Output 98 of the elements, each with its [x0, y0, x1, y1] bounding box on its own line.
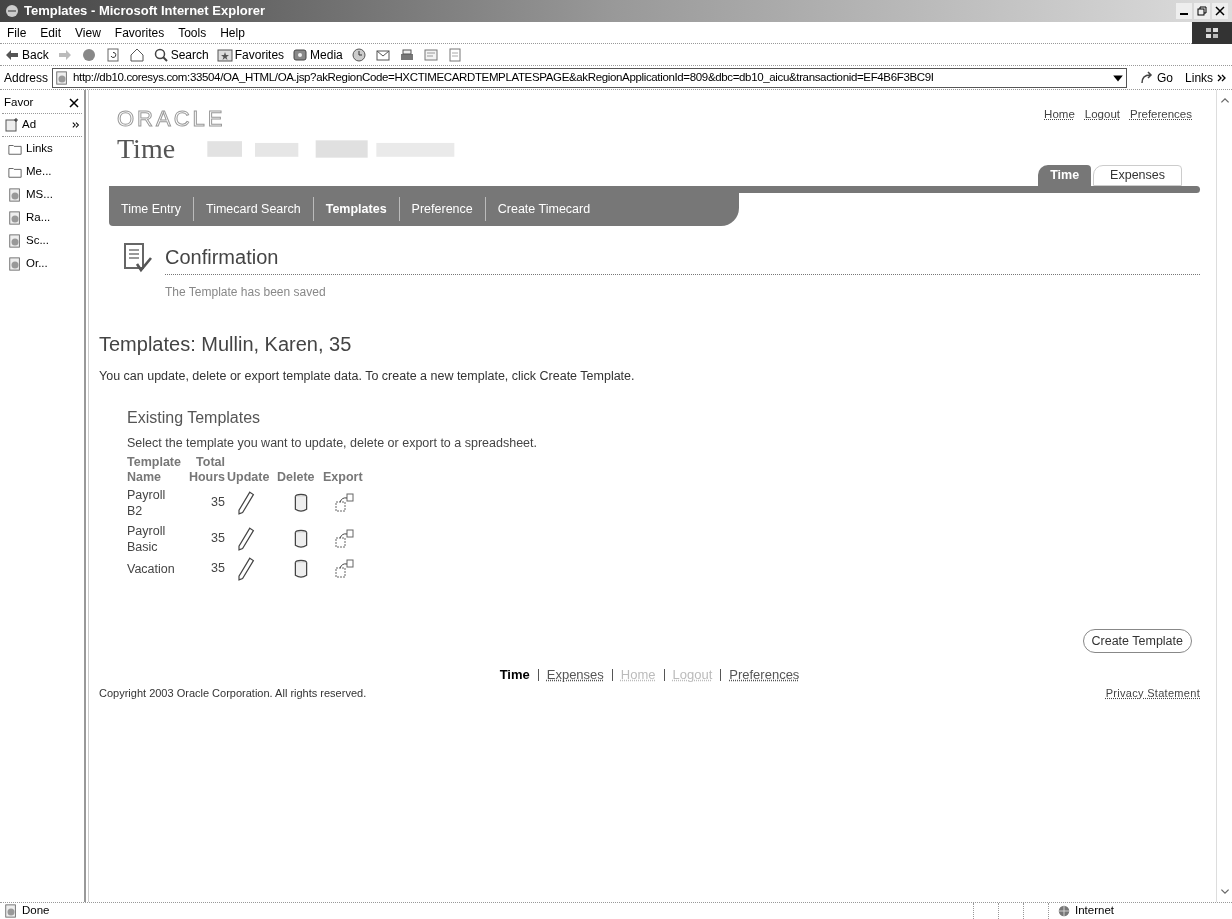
- column-header: Update: [227, 469, 271, 485]
- address-label: Address: [4, 69, 49, 87]
- confirmation-message: The Template has been saved: [165, 284, 327, 301]
- folder-icon: [8, 165, 22, 179]
- template-name: Payroll Basic: [127, 522, 167, 556]
- favorite-item[interactable]: MS...: [2, 184, 82, 206]
- globe-page-icon: [8, 234, 22, 248]
- favorite-item[interactable]: Ra...: [2, 207, 82, 229]
- favorite-item[interactable]: Sc...: [2, 230, 82, 252]
- add-favorite-icon: [4, 116, 20, 133]
- menu-item[interactable]: File: [0, 23, 34, 42]
- menu-item[interactable]: Favorites: [107, 23, 172, 42]
- favorite-item[interactable]: Links: [2, 138, 82, 160]
- column-header: Export: [323, 469, 364, 485]
- footer-link[interactable]: Expenses: [546, 665, 604, 685]
- address-text: http://db10.coresys.com:33504/OA_HTML/OA.jsp?akRegionCode=HXCTIMECARDTEMPLATESPAGE&akRegionApplicationId=809&dbc=db10_aicu&transactionid=EF4B6F3BC9I: [73, 69, 934, 85]
- minimize-button[interactable]: [1176, 3, 1192, 19]
- close-button[interactable]: [1212, 3, 1228, 19]
- document-check-icon: [121, 242, 153, 274]
- menu-item[interactable]: View: [68, 23, 108, 42]
- delete-button[interactable]: [293, 492, 309, 513]
- delete-button[interactable]: [293, 528, 309, 549]
- restore-icon: [1197, 6, 1207, 16]
- toolbar-button[interactable]: Back: [4, 45, 49, 64]
- column-header: Total Hours: [187, 454, 226, 485]
- discuss-icon: [446, 46, 463, 63]
- home-icon: [128, 46, 145, 63]
- menu-item[interactable]: Tools: [171, 23, 214, 42]
- column-header: Delete: [277, 469, 316, 485]
- close-button[interactable]: [68, 96, 80, 109]
- product-logo: Time: [117, 135, 176, 163]
- export-button[interactable]: [335, 558, 355, 579]
- total-hours: 35: [210, 560, 226, 578]
- global-link[interactable]: Home: [1044, 106, 1075, 163]
- global-link[interactable]: Logout: [1084, 106, 1120, 163]
- menu-item[interactable]: Help: [213, 23, 252, 42]
- refresh-icon: [104, 46, 121, 63]
- template-name: Vacation: [127, 560, 176, 578]
- address-field[interactable]: http://db10.coresys.com:33504/OA_HTML/OA.jsp?akRegionCode=HXCTIMECARDTEMPLATESPAGE&akRegionApplicationId=809&dbc=db10_aicu&transactionid=EF4B6F3BC9I: [52, 67, 1128, 88]
- links-button[interactable]: Links: [1185, 68, 1214, 87]
- go-button[interactable]: Go: [1139, 68, 1174, 87]
- globe-page-icon: [8, 188, 22, 202]
- footer-link[interactable]: Time: [499, 665, 530, 685]
- film-icon: [292, 46, 309, 63]
- export-button[interactable]: [335, 492, 355, 513]
- update-button[interactable]: [235, 556, 255, 581]
- total-hours: 35: [210, 530, 226, 548]
- restore-button[interactable]: [1194, 3, 1210, 19]
- menu-item[interactable]: Edit: [33, 23, 69, 42]
- tab[interactable]: Time: [1038, 165, 1092, 186]
- globe-icon: [1057, 904, 1071, 918]
- window-title: Templates - Microsoft Internet Explorer: [24, 2, 266, 21]
- sub-tab[interactable]: Time Entry: [109, 197, 193, 221]
- favorite-item[interactable]: Or...: [2, 253, 82, 275]
- confirmation-title: Confirmation: [165, 242, 1200, 275]
- template-name: Payroll B2: [127, 486, 167, 520]
- globe-page-icon: [55, 70, 70, 85]
- section-title: Existing Templates: [127, 407, 262, 428]
- windows-logo: [1192, 21, 1232, 44]
- zone-text: Internet: [1075, 903, 1114, 919]
- favorite-item[interactable]: Me...: [2, 161, 82, 183]
- update-button[interactable]: [235, 490, 255, 515]
- section-description: Select the template you want to update, delete or export to a spreadsheet.: [127, 434, 538, 452]
- privacy-link[interactable]: Privacy Statement: [1105, 684, 1200, 702]
- globe-page-icon: [8, 257, 22, 271]
- global-link[interactable]: Preferences: [1130, 106, 1192, 163]
- copyright-text: Copyright 2003 Oracle Corporation. All rights reserved.: [99, 685, 367, 701]
- sub-tab[interactable]: Templates: [312, 197, 399, 221]
- status-text: Done: [22, 903, 50, 919]
- sub-tab[interactable]: Timecard Search: [192, 197, 313, 221]
- star-folder-icon: [216, 46, 233, 63]
- page-heading: Templates: Mullin, Karen, 35: [99, 332, 353, 357]
- tab[interactable]: Expenses: [1093, 165, 1182, 186]
- stop-icon: [80, 46, 97, 63]
- sub-tab[interactable]: Preference: [398, 197, 485, 221]
- search-icon: [152, 46, 169, 63]
- toolbar-button[interactable]: Search: [152, 45, 209, 64]
- chevron-icon: [1217, 72, 1228, 83]
- update-button[interactable]: [235, 526, 255, 551]
- toolbar-button[interactable]: Favorites: [216, 45, 285, 64]
- footer-link[interactable]: Preferences: [729, 665, 800, 685]
- brand-logo: ORACLE: [117, 105, 227, 133]
- edit-page-icon: [422, 46, 439, 63]
- history-icon: [350, 46, 367, 63]
- export-button[interactable]: [335, 528, 355, 549]
- delete-button[interactable]: [293, 558, 309, 579]
- toolbar-button[interactable]: Media: [292, 45, 343, 64]
- sub-tab[interactable]: Create Timecard: [484, 197, 603, 221]
- column-header: Template Name: [127, 454, 182, 485]
- add-button[interactable]: Ad: [2, 113, 82, 137]
- panel-title: Favor: [4, 95, 34, 110]
- intro-text: You can update, delete or export template data. To create a new template, click Create Template.: [99, 368, 636, 385]
- printer-icon: [398, 46, 415, 63]
- total-hours: 35: [210, 494, 226, 512]
- chevron-icon: [72, 120, 80, 129]
- folder-icon: [8, 142, 22, 156]
- minimize-icon: [1180, 13, 1188, 15]
- globe-page-icon: [8, 211, 22, 225]
